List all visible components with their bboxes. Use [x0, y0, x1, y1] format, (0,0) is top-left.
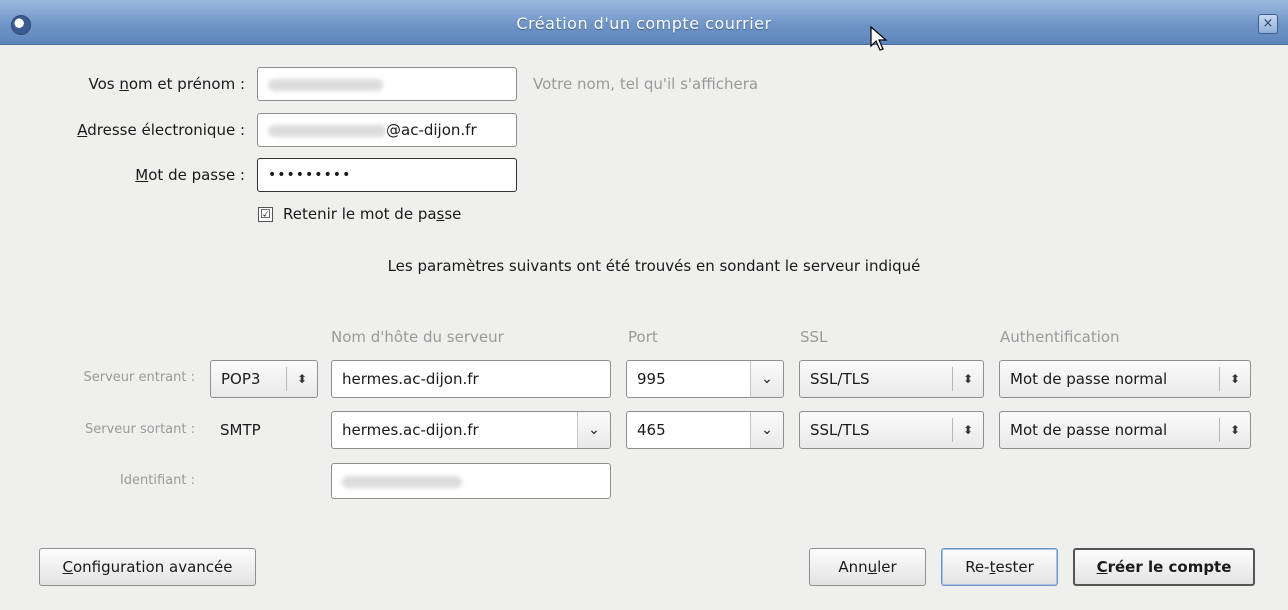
redacted-value — [342, 475, 462, 488]
chevron-down-icon[interactable]: ⌄ — [750, 361, 783, 397]
incoming-protocol-select[interactable]: POP3 ⬍ — [210, 360, 318, 398]
name-hint: Votre nom, tel qu'il s'affichera — [533, 75, 759, 93]
remember-password-label[interactable]: Retenir le mot de passe — [283, 205, 461, 223]
name-label: Vos nom et prénom : — [88, 75, 245, 93]
spin-arrows-icon: ⬍ — [286, 367, 317, 391]
incoming-auth-select[interactable]: Mot de passe normal ⬍ — [999, 360, 1251, 398]
redacted-value — [268, 78, 383, 91]
incoming-ssl-value: SSL/TLS — [810, 370, 870, 388]
outgoing-auth-select[interactable]: Mot de passe normal ⬍ — [999, 411, 1251, 449]
spin-arrows-icon: ⬍ — [1219, 418, 1250, 442]
username-input[interactable] — [331, 463, 611, 499]
advanced-config-button[interactable]: Configuration avancée — [39, 548, 256, 586]
spin-arrows-icon: ⬍ — [952, 367, 983, 391]
email-domain: @ac-dijon.fr — [386, 121, 477, 139]
password-label: Mot de passe : — [135, 166, 245, 184]
cancel-button[interactable]: Annuler — [809, 548, 926, 586]
chevron-down-icon[interactable]: ⌄ — [577, 412, 610, 448]
col-header-hostname: Nom d'hôte du serveur — [331, 328, 504, 346]
retest-button[interactable]: Re-tester — [941, 548, 1058, 586]
spin-arrows-icon: ⬍ — [1219, 367, 1250, 391]
spin-arrows-icon: ⬍ — [952, 418, 983, 442]
outgoing-hostname-value: hermes.ac-dijon.fr — [342, 421, 479, 439]
window-title: Création d'un compte courrier — [516, 14, 772, 33]
title-bar: Création d'un compte courrier × — [0, 0, 1288, 51]
email-input[interactable]: @ac-dijon.fr — [257, 113, 517, 147]
close-button[interactable]: × — [1258, 14, 1278, 34]
incoming-port-combo[interactable]: 995 ⌄ — [626, 360, 784, 398]
email-label: Adresse électronique : — [77, 121, 245, 139]
name-input[interactable] — [257, 67, 517, 101]
password-input[interactable]: ••••••••• — [257, 158, 517, 192]
username-label: Identifiant : — [119, 473, 195, 488]
outgoing-auth-value: Mot de passe normal — [1010, 421, 1168, 439]
outgoing-server-label: Serveur sortant : — [85, 422, 195, 437]
outgoing-ssl-select[interactable]: SSL/TLS ⬍ — [799, 411, 984, 449]
outgoing-hostname-combo[interactable]: hermes.ac-dijon.fr ⌄ — [331, 411, 611, 449]
incoming-server-label: Serveur entrant : — [83, 370, 196, 385]
incoming-auth-value: Mot de passe normal — [1010, 370, 1168, 388]
col-header-port: Port — [628, 328, 658, 346]
incoming-port-value: 995 — [637, 370, 666, 388]
incoming-ssl-select[interactable]: SSL/TLS ⬍ — [799, 360, 984, 398]
col-header-auth: Authentification — [1000, 328, 1120, 346]
redacted-value — [268, 124, 386, 137]
outgoing-ssl-value: SSL/TLS — [810, 421, 870, 439]
incoming-protocol-value: POP3 — [221, 370, 261, 388]
outgoing-port-value: 465 — [637, 421, 666, 439]
outgoing-port-combo[interactable]: 465 ⌄ — [626, 411, 784, 449]
col-header-ssl: SSL — [800, 328, 828, 346]
create-account-button[interactable]: Créer le compte — [1073, 548, 1255, 586]
info-message: Les paramètres suivants ont été trouvés … — [387, 257, 921, 275]
remember-password-checkbox[interactable]: ☑ — [258, 207, 273, 222]
mouse-cursor-icon — [870, 26, 888, 51]
chevron-down-icon[interactable]: ⌄ — [750, 412, 783, 448]
incoming-hostname-input[interactable]: hermes.ac-dijon.fr — [331, 360, 611, 398]
outgoing-protocol: SMTP — [220, 421, 261, 439]
